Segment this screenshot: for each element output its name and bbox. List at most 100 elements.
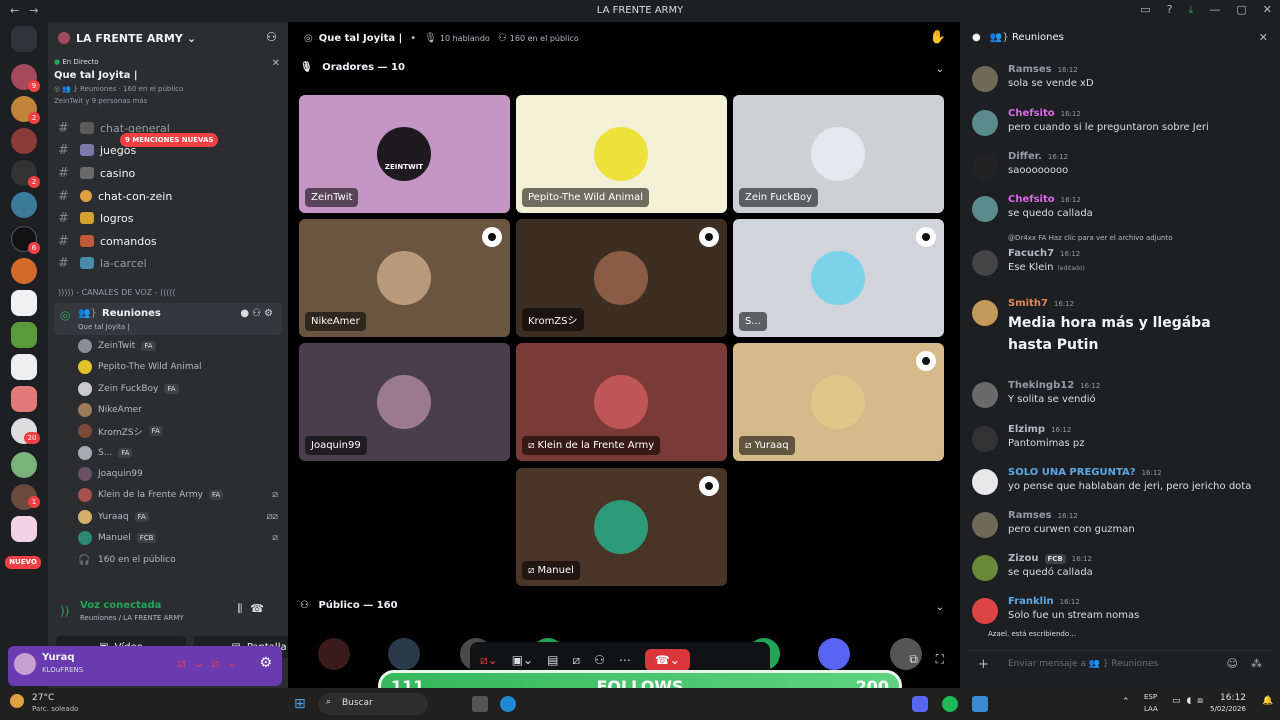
speaker-tile[interactable]: S... [733, 219, 944, 337]
add-attachment-icon[interactable]: + [978, 657, 989, 672]
message-input[interactable]: Enviar mensaje a 👥 } Reuniones [1008, 659, 1158, 669]
speaker-tile[interactable]: Pepito-The Wild Animal [516, 95, 727, 213]
mic-muted-icon[interactable]: ⧄⌄ [480, 653, 498, 668]
member-row[interactable]: Yuraaq FA ⧄⧄ [78, 507, 278, 527]
member-row[interactable]: ZeinTwit FA [78, 336, 278, 356]
taskbar-search[interactable]: ⌕ Buscar [318, 693, 428, 715]
message-author[interactable]: Franklin 16:12 [1008, 596, 1080, 607]
server-icon[interactable] [11, 386, 37, 412]
audience-row[interactable]: 🎧 160 en el público [78, 550, 278, 570]
system-tray-icons[interactable]: ▭◖⧈ [1172, 696, 1209, 706]
add-member-icon[interactable]: ⚇ [266, 30, 277, 44]
server-icon[interactable] [11, 452, 37, 478]
server-icon[interactable] [11, 322, 37, 348]
message-avatar[interactable] [972, 512, 998, 538]
message-avatar[interactable] [972, 426, 998, 452]
close-icon[interactable]: ✕ [272, 58, 280, 69]
message-avatar[interactable] [972, 469, 998, 495]
speaker-tile[interactable]: Zein FuckBoy [733, 95, 944, 213]
server-icon[interactable] [11, 290, 37, 316]
speaker-tile[interactable]: ⧄ Klein de la Frente Army [516, 343, 727, 461]
speaker-tile[interactable]: ⧄ Yuraaq [733, 343, 944, 461]
message-author[interactable]: Facuch7 16:12 [1008, 248, 1080, 259]
more-icon[interactable]: ⋯ [619, 653, 631, 667]
message-avatar[interactable] [972, 250, 998, 276]
member-row[interactable]: Manuel FCB ⧄ [78, 528, 278, 548]
user-avatar[interactable] [14, 653, 36, 675]
message-avatar[interactable] [972, 300, 998, 326]
member-row[interactable]: Klein de la Frente Army FA ⧄ [78, 485, 278, 505]
server-icon[interactable] [11, 516, 37, 542]
emoji-icon[interactable]: ☺ [1227, 657, 1238, 670]
help-icon[interactable]: ? [1167, 3, 1173, 17]
download-icon[interactable]: ⤓ [1189, 3, 1194, 17]
member-row[interactable]: Pepito-The Wild Animal [78, 357, 278, 377]
speakers-header[interactable]: 🎙 Oradores — 10 [300, 62, 405, 73]
message-author[interactable]: Ramses 16:12 [1008, 510, 1078, 521]
apps-icon[interactable]: ⁂ [1251, 657, 1262, 670]
server-icon[interactable] [11, 258, 37, 284]
message-avatar[interactable] [972, 382, 998, 408]
speaker-tile[interactable]: ⧄ Manuel [516, 468, 727, 586]
member-row[interactable]: Zein FuckBoy FA [78, 379, 278, 399]
message-author[interactable]: Smith7 16:12 [1008, 298, 1074, 309]
message-author[interactable]: Chefsito 16:12 [1008, 194, 1081, 205]
windows-start-icon[interactable]: ⊞ [294, 696, 306, 712]
camera-off-icon[interactable]: ▣⌄ [512, 653, 533, 667]
speaker-tile[interactable]: KromZSシ [516, 219, 727, 337]
server-icon[interactable] [11, 192, 37, 218]
raise-hand-icon[interactable]: ✋ [930, 30, 946, 45]
audience-avatar[interactable] [318, 638, 350, 670]
message-author[interactable]: Ramses 16:12 [1008, 64, 1078, 75]
channel-logros[interactable]: # logros [58, 208, 284, 228]
spotify-icon[interactable] [942, 696, 958, 712]
live-stage-card[interactable]: ● En Directo Que tal Joyita | ◎ 👥 } Reun… [54, 56, 282, 116]
channel-chat-con-zein[interactable]: # chat-con-zein [58, 186, 284, 206]
member-row[interactable]: NikeAmer [78, 400, 278, 420]
fullscreen-icon[interactable]: ⛶ [936, 652, 944, 667]
maximize-icon[interactable]: ▢ [1236, 3, 1246, 17]
message-author[interactable]: Thekingb12 16:12 [1008, 380, 1100, 391]
inbox-icon[interactable]: ▭ [1140, 3, 1150, 17]
message-author[interactable]: Chefsito 16:12 [1008, 108, 1081, 119]
reply-preview[interactable]: @Dr4xx FA Haz clic para ver el archivo a… [1008, 234, 1173, 242]
message-avatar[interactable] [972, 555, 998, 581]
voice-channel-reuniones[interactable]: ◎ 👥} Reuniones Que tal Joyita | ●⚇⚙ [54, 303, 282, 335]
language-primary[interactable]: ESP [1144, 693, 1157, 701]
app-icon[interactable] [972, 696, 988, 712]
message-author[interactable]: Zizou FCB 16:12 [1008, 553, 1092, 564]
server-header[interactable]: LA FRENTE ARMY ⌄ ⚇ [48, 22, 288, 54]
chevron-down-icon[interactable]: ⌄ [936, 602, 944, 613]
close-icon[interactable]: ✕ [1259, 31, 1268, 44]
member-row[interactable]: Joaquin99 [78, 464, 278, 484]
message-author[interactable]: SOLO UNA PREGUNTA? 16:12 [1008, 467, 1162, 478]
message-avatar[interactable] [972, 598, 998, 624]
weather-icon[interactable] [10, 694, 24, 708]
chevron-up-icon[interactable]: ⌃ [1122, 697, 1130, 707]
public-header[interactable]: ⚇ Público — 160 [300, 600, 398, 611]
mute-speaker-icon[interactable]: ⧄ [572, 653, 580, 668]
voice-category[interactable]: ))))) - CANALES DE VOZ - ((((( [58, 288, 176, 297]
channel-casino[interactable]: # casino [58, 163, 284, 183]
minimize-icon[interactable]: — [1209, 3, 1220, 17]
speaker-tile[interactable]: NikeAmer [299, 219, 510, 337]
edge-icon[interactable] [500, 696, 516, 712]
message-avatar[interactable] [972, 66, 998, 92]
screen-share-icon[interactable]: ▤ [547, 653, 558, 667]
popout-icon[interactable]: ⧉ [909, 652, 918, 667]
discord-home-icon[interactable] [11, 26, 37, 52]
voice-actions-icon[interactable]: ⫼☎ [237, 602, 272, 616]
member-row[interactable]: S... FA [78, 443, 278, 463]
member-row[interactable]: KromZSシ FA [78, 421, 278, 441]
notification-icon[interactable]: 🔔 [1262, 696, 1273, 706]
disconnect-button[interactable]: ☎⌄ [644, 649, 690, 671]
message-author[interactable]: Differ. 16:12 [1008, 151, 1068, 162]
language-secondary[interactable]: LAA [1144, 705, 1158, 713]
speaker-tile[interactable]: ZEINTWIT ZeinTwit [299, 95, 510, 213]
channel-comandos[interactable]: # comandos [58, 231, 284, 251]
audience-avatar[interactable] [388, 638, 420, 670]
invite-icon[interactable]: ⚇ [594, 653, 605, 667]
server-icon[interactable] [11, 128, 37, 154]
close-window-icon[interactable]: ✕ [1263, 3, 1272, 17]
server-icon[interactable] [11, 354, 37, 380]
